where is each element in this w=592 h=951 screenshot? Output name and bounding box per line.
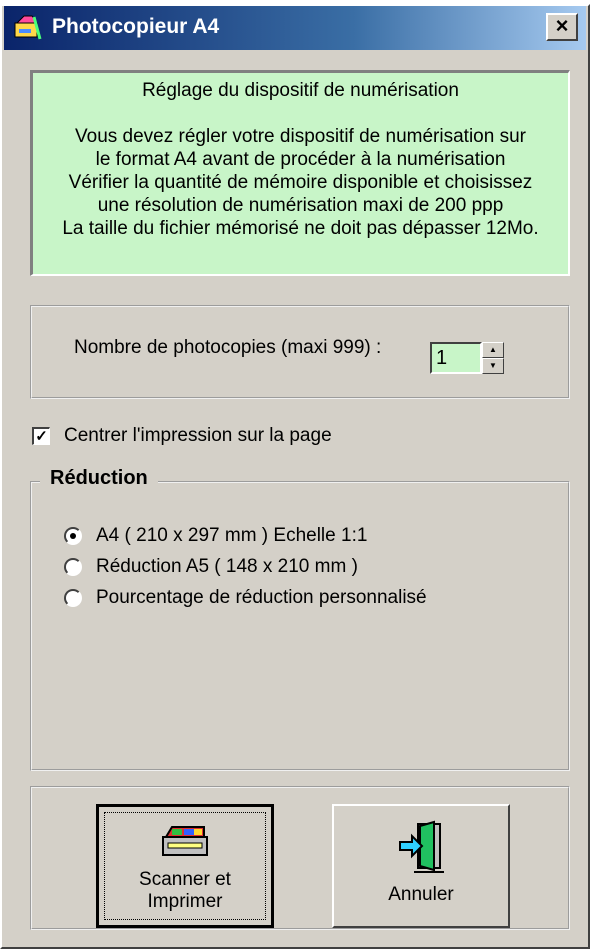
- scan-button-label-line1: Scanner et: [139, 869, 231, 890]
- instructions-panel: Réglage du dispositif de numérisation Vo…: [30, 70, 570, 276]
- photocopier-app-icon: [14, 15, 42, 40]
- cancel-button[interactable]: Annuler: [332, 804, 510, 928]
- instructions-title: Réglage du dispositif de numérisation: [142, 80, 459, 101]
- instruction-line: une résolution de numérisation maxi de 2…: [97, 195, 504, 216]
- spin-down-button[interactable]: ▼: [482, 358, 504, 374]
- cancel-button-label: Annuler: [388, 884, 454, 905]
- reduction-legend: Réduction: [40, 467, 158, 490]
- window-title: Photocopieur A4: [52, 15, 220, 38]
- copies-label: Nombre de photocopies (maxi 999) :: [74, 337, 382, 358]
- exit-door-icon: [399, 820, 444, 873]
- copies-spinner: ▲ ▼: [482, 342, 504, 374]
- instruction-line: La taille du fichier mémorisé ne doit pa…: [62, 218, 539, 239]
- title-bar[interactable]: Photocopieur A4 ×: [4, 6, 586, 50]
- close-button[interactable]: ×: [546, 13, 578, 41]
- scanner-icon: [162, 826, 208, 856]
- center-print-checkbox[interactable]: ✓: [32, 427, 50, 445]
- radio-custom-label: Pourcentage de réduction personnalisé: [96, 587, 427, 608]
- radio-a4-label: A4 ( 210 x 297 mm ) Echelle 1:1: [96, 525, 368, 546]
- scan-print-button[interactable]: Scanner et Imprimer: [96, 804, 274, 928]
- radio-a5-label: Réduction A5 ( 148 x 210 mm ): [96, 556, 358, 577]
- center-print-label: Centrer l'impression sur la page: [64, 425, 332, 446]
- instruction-line: Vérifier la quantité de mémoire disponib…: [68, 172, 533, 193]
- scan-button-label-line2: Imprimer: [147, 891, 223, 912]
- instruction-line: le format A4 avant de procéder à la numé…: [95, 149, 506, 170]
- copies-count-input[interactable]: 1: [430, 342, 482, 374]
- radio-custom[interactable]: [64, 589, 82, 607]
- instruction-line: Vous devez régler votre dispositif de nu…: [75, 126, 526, 147]
- radio-a4[interactable]: [64, 527, 82, 545]
- spin-up-button[interactable]: ▲: [482, 342, 504, 358]
- radio-a5[interactable]: [64, 558, 82, 576]
- copies-panel: Nombre de photocopies (maxi 999) : 1 ▲ ▼: [30, 305, 570, 399]
